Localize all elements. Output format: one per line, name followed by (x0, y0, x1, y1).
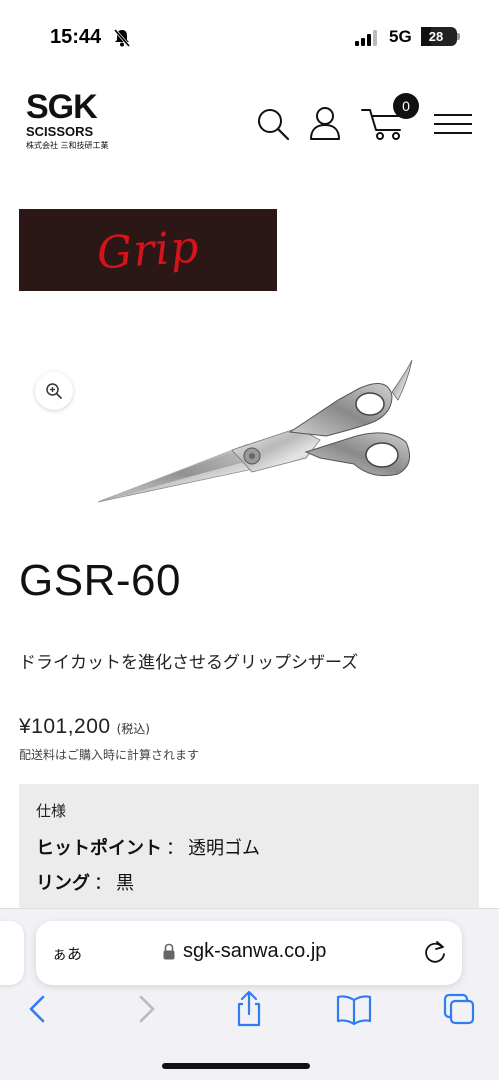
spec-value: 透明ゴム (188, 838, 260, 859)
site-logo[interactable]: SGK SCISSORS 株式会社 三和技研工業 (26, 88, 116, 152)
cellular-signal-icon (355, 30, 377, 46)
spec-label: リング (36, 873, 90, 894)
lock-icon (163, 943, 175, 960)
logo-company-text: 株式会社 三和技研工業 (26, 141, 109, 150)
zoom-button[interactable] (35, 372, 73, 410)
chevron-left-icon[interactable] (18, 989, 58, 1029)
url-text[interactable]: sgk-sanwa.co.jp (183, 940, 326, 963)
address-bar[interactable]: ぁあ sgk-sanwa.co.jp (36, 921, 462, 985)
product-image-scissors[interactable] (20, 340, 480, 520)
search-icon[interactable] (256, 107, 290, 141)
price-row: ¥101,200 (税込) (19, 715, 150, 739)
spec-item: ヒットポイント：透明ゴム (36, 834, 260, 860)
battery-cap (457, 33, 460, 40)
site-header: SGK SCISSORS 株式会社 三和技研工業 0 (0, 80, 499, 170)
spec-section: 仕様 ヒットポイント：透明ゴム リング：黒 (19, 784, 479, 924)
book-icon[interactable] (334, 989, 374, 1029)
tax-note: (税込) (116, 722, 150, 736)
browser-toolbar (0, 989, 499, 1029)
spec-label: ヒットポイント (36, 838, 162, 859)
product-price: ¥101,200 (19, 715, 111, 738)
spec-heading: 仕様 (36, 802, 67, 820)
logo-sub-text: SCISSORS (26, 124, 94, 139)
brand-logo-text: Grip (95, 220, 201, 280)
status-time: 15:44 (50, 26, 102, 48)
battery-indicator: 28 (421, 27, 457, 46)
battery-percent: 28 (428, 29, 444, 44)
status-bar: 15:44 5G 28 (0, 0, 499, 72)
shipping-note: 配送料はご購入時に計算されます (19, 748, 200, 762)
cart-count-badge: 0 (393, 93, 419, 119)
network-type: 5G (389, 27, 412, 46)
logo-main-text: SGK (26, 88, 98, 126)
user-icon[interactable] (307, 105, 343, 141)
spec-separator: ： (94, 873, 112, 894)
hamburger-menu-icon[interactable] (433, 113, 473, 135)
reload-icon[interactable] (422, 939, 448, 965)
spec-item: リング：黒 (36, 869, 134, 895)
share-icon[interactable] (229, 989, 269, 1029)
brand-banner: Grip (19, 209, 277, 291)
browser-chrome: ぁあ sgk-sanwa.co.jp (0, 908, 499, 1080)
bell-slash-icon (113, 29, 131, 47)
product-title: GSR-60 (19, 556, 181, 605)
zoom-in-icon (46, 383, 62, 399)
spec-separator: ： (166, 838, 184, 859)
product-description: ドライカットを進化させるグリップシザーズ (19, 653, 359, 673)
reader-mode-button[interactable]: ぁあ (52, 943, 82, 964)
tabs-icon[interactable] (439, 989, 479, 1029)
spec-value: 黒 (116, 873, 134, 894)
home-indicator[interactable] (162, 1063, 310, 1069)
previous-tab-preview[interactable] (0, 921, 24, 985)
chevron-right-icon[interactable] (126, 989, 166, 1029)
